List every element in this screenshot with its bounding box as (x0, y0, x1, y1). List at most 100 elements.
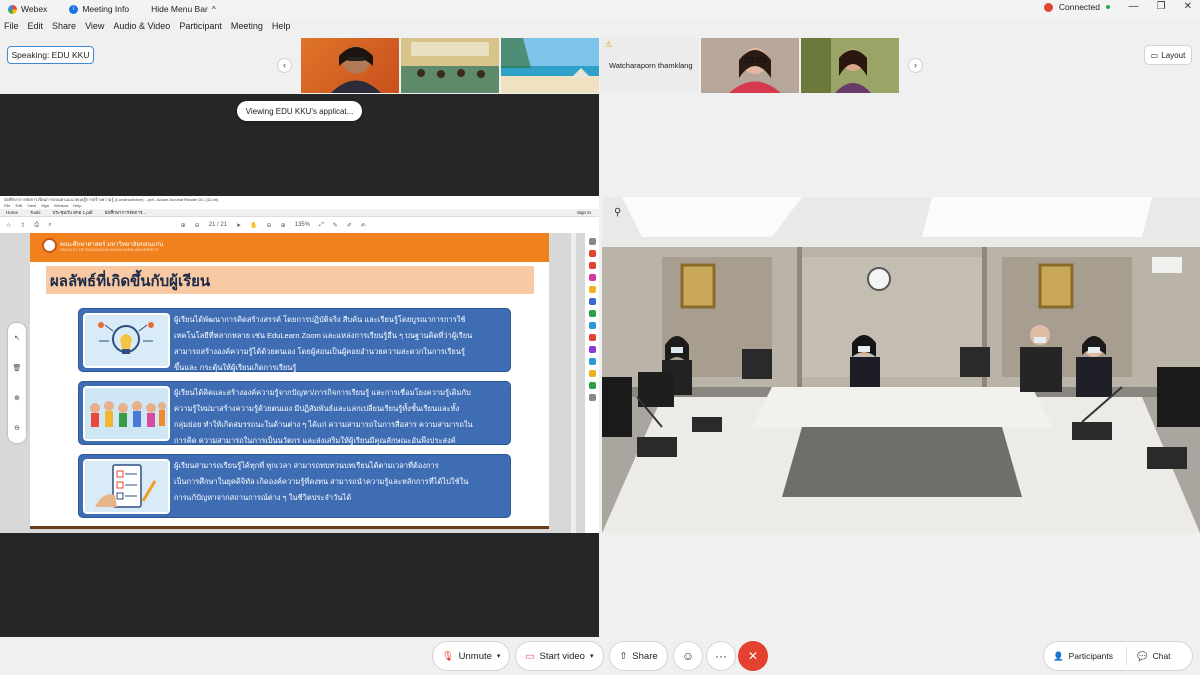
info-icon: i (69, 4, 79, 14)
outcome-text-2: ผู้เรียนได้คิดและสร้างองค์ความรู้จากปัญห… (174, 388, 473, 445)
meeting-room-video-image (602, 197, 1200, 533)
tool-icon[interactable] (588, 370, 596, 377)
share-button[interactable]: ⇧ Share (609, 641, 668, 671)
pin-icon[interactable]: ⚲ (614, 207, 621, 218)
menu-file[interactable]: File (4, 21, 19, 36)
pdf-document-area[interactable]: คณะศึกษาศาสตร์ มหาวิทยาลัยขอนแก่น FACULT… (0, 233, 599, 533)
video-off-icon: ▭ (525, 650, 535, 662)
page-down-icon[interactable]: ⊖ (195, 222, 200, 229)
tool-icon[interactable] (588, 394, 596, 401)
tool-icon[interactable] (588, 262, 596, 269)
pdf-tab-tools[interactable]: Tools (30, 210, 41, 215)
end-meeting-button[interactable]: ✕ (738, 641, 768, 671)
participant-thumbnail[interactable] (401, 38, 499, 93)
start-video-button[interactable]: ▭ Start video ▾ (515, 641, 604, 671)
zoom-in-icon[interactable]: ⊕ (281, 222, 286, 229)
comment-icon[interactable]: ✎ (333, 222, 338, 229)
participant-thumbnail[interactable] (501, 38, 599, 93)
unmute-button[interactable]: 🎙 Unmute ▾ (432, 641, 510, 671)
cursor-icon[interactable]: ➤ (236, 222, 241, 229)
pdf-scrollbar[interactable] (571, 233, 576, 533)
menu-audio-video[interactable]: Audio & Video (113, 21, 170, 36)
tool-icon[interactable] (588, 310, 596, 317)
menu-meeting[interactable]: Meeting (231, 21, 263, 36)
layout-button[interactable]: ▭ Layout (1144, 45, 1192, 65)
minimize-icon[interactable]: — (1129, 1, 1139, 12)
tool-icon[interactable] (588, 298, 596, 305)
tool-icon[interactable] (588, 274, 596, 281)
muted-microphone-icon: 🎙 (441, 650, 454, 662)
tool-icon[interactable] (588, 238, 596, 245)
menu-bar: File Edit Share View Audio & Video Parti… (0, 21, 295, 36)
sign-icon[interactable]: ✍ (361, 222, 366, 229)
more-options-button[interactable]: ··· (706, 641, 736, 671)
thumbnails-prev-button[interactable]: ‹ (277, 58, 292, 73)
cursor-tool-icon[interactable]: ↖ (14, 334, 20, 342)
window-controls: — ❐ ✕ (1129, 1, 1192, 12)
tool-icon[interactable] (588, 322, 596, 329)
meeting-info-button[interactable]: i Meeting Info (69, 4, 129, 14)
smiley-icon: ☺ (681, 649, 695, 663)
tool-icon[interactable] (588, 358, 596, 365)
highlight-icon[interactable]: ✐ (347, 222, 352, 229)
chevron-down-icon[interactable]: ▾ (497, 652, 501, 660)
participant-thumbnail[interactable]: ⚠ Watcharaporn thamklang (601, 38, 699, 93)
tool-icon[interactable] (588, 382, 596, 389)
reactions-button[interactable]: ☺ (673, 641, 703, 671)
pdf-menu-file[interactable]: File (4, 203, 10, 209)
menu-help[interactable]: Help (272, 21, 291, 36)
pdf-menu-sign[interactable]: Sign (41, 203, 49, 209)
search-icon[interactable]: ⌕ (48, 222, 51, 229)
zoom-out-tool-icon[interactable]: ⊖ (14, 424, 20, 432)
tool-icon[interactable] (588, 346, 596, 353)
pdf-menu-edit[interactable]: Edit (15, 203, 22, 209)
hand-icon[interactable]: ✋ (250, 222, 257, 229)
pdf-tab-doc2[interactable]: นักศึกษาการจัดการ... (105, 209, 147, 216)
menu-participant[interactable]: Participant (179, 21, 222, 36)
chevron-down-icon[interactable]: ▾ (590, 652, 594, 660)
page-indicator[interactable]: 21 / 21 (209, 222, 227, 228)
hide-menu-bar-button[interactable]: Hide Menu Bar ^ (151, 4, 216, 14)
pdf-sign-in[interactable]: Sign In (577, 210, 591, 215)
participant-thumbnail[interactable] (801, 38, 899, 93)
page-up-icon[interactable]: ⊕ (181, 222, 186, 229)
chat-button[interactable]: 💬 Chat (1127, 651, 1171, 662)
pdf-tab-doc1[interactable]: ประชุมกับ สกอ 1.pdf (53, 209, 93, 216)
tool-icon[interactable] (588, 250, 596, 257)
slide-footer-bar (30, 526, 549, 529)
zoom-level[interactable]: 135% (295, 222, 310, 228)
zoom-in-tool-icon[interactable]: ⊕ (14, 394, 20, 402)
fit-icon[interactable]: ⤢ (319, 222, 324, 229)
app-name[interactable]: Webex (8, 4, 47, 14)
tool-icon[interactable] (588, 334, 596, 341)
star-icon[interactable]: ☆ (6, 222, 11, 229)
menu-edit[interactable]: Edit (28, 21, 44, 36)
tool-icon[interactable] (588, 286, 596, 293)
delete-icon[interactable]: 🗑 (13, 364, 22, 372)
zoom-out-icon[interactable]: ⊖ (267, 222, 272, 229)
close-window-icon[interactable]: ✕ (1184, 1, 1192, 12)
participant-thumbnail[interactable] (301, 38, 399, 93)
warning-icon: ⚠ (605, 40, 613, 49)
outcome-text-1: ผู้เรียนได้พัฒนาการคิดสร้างสรรค์ โดยการป… (174, 315, 473, 372)
menu-share[interactable]: Share (52, 21, 76, 36)
connected-indicator-icon (1106, 5, 1110, 9)
participants-button[interactable]: 👤 Participants (1044, 651, 1126, 662)
active-speaker-video[interactable]: ⚲ (602, 197, 1200, 533)
pdf-tab-home[interactable]: Home (6, 210, 18, 215)
thumbnails-next-button[interactable]: › (908, 58, 923, 73)
menu-view[interactable]: View (85, 21, 104, 36)
participant-video-image (401, 38, 499, 93)
chevron-up-icon: ^ (211, 4, 216, 14)
university-name-en: FACULTY OF EDUCATION KHON KAEN UNIVERSIT… (60, 247, 159, 252)
checklist-icon (83, 459, 170, 514)
upload-icon[interactable]: ⇪ (20, 222, 25, 229)
viewing-notification[interactable]: Viewing EDU KKU's applicat... (237, 101, 362, 121)
restore-icon[interactable]: ❐ (1157, 1, 1166, 12)
connection-status[interactable]: Connected (1043, 2, 1110, 12)
outcome-box-3: ผู้เรียนสามารถเรียนรู้ได้ทุกที่ ทุกเวลา … (78, 454, 511, 518)
participant-thumbnail[interactable] (701, 38, 799, 93)
print-icon[interactable]: ⎙ (34, 222, 39, 229)
lightbulb-icon (83, 313, 170, 368)
pdf-menu-view[interactable]: View (27, 203, 36, 209)
